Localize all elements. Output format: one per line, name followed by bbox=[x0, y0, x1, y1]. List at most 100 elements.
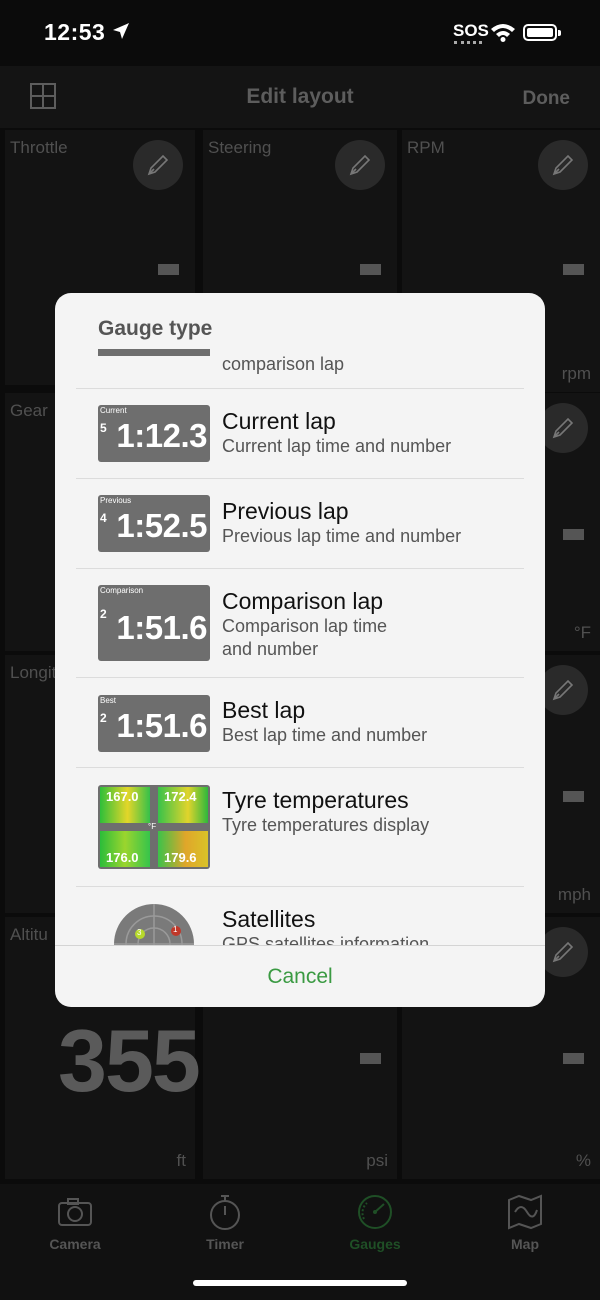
stopwatch-icon bbox=[150, 1192, 300, 1232]
tile-value-placeholder bbox=[563, 1053, 584, 1064]
satellite-label: 3 bbox=[137, 928, 142, 937]
tile-value-placeholder bbox=[360, 1053, 381, 1064]
satellite-label: 1 bbox=[173, 925, 178, 934]
pencil-icon bbox=[552, 154, 574, 176]
tab-map[interactable]: Map bbox=[450, 1192, 600, 1252]
pencil-icon bbox=[552, 941, 574, 963]
tile-label: RPM bbox=[407, 138, 445, 157]
list-item-current-lap[interactable]: Current 5 1:12.3 Current lap Current lap… bbox=[76, 389, 524, 479]
tyre-temp-value: 172.4 bbox=[164, 789, 197, 804]
gauge-type-dialog: Gauge type comparison lap Current 5 1:12… bbox=[55, 293, 545, 1007]
gauge-icon bbox=[300, 1192, 450, 1232]
tab-label: Gauges bbox=[349, 1236, 401, 1252]
edit-gauge-button[interactable] bbox=[538, 665, 588, 715]
thumb-label: Current bbox=[100, 406, 127, 415]
tile-unit: % bbox=[575, 1151, 591, 1170]
thumb-lap-time: 1:52.5 bbox=[116, 507, 207, 544]
tab-label: Camera bbox=[49, 1236, 101, 1252]
item-subtitle: Best lap time and number bbox=[222, 725, 428, 745]
home-indicator bbox=[193, 1280, 407, 1286]
item-title: Previous lap bbox=[222, 498, 349, 524]
tile-unit: rpm bbox=[561, 364, 591, 383]
thumb-label: Previous bbox=[100, 496, 132, 505]
item-subtitle: Previous lap time and number bbox=[222, 526, 462, 546]
thumb-lap-number: 2 bbox=[100, 607, 107, 621]
edit-gauge-button[interactable] bbox=[538, 403, 588, 453]
item-subtitle-line2: and number bbox=[222, 639, 319, 659]
list-item-previous-lap[interactable]: Previous 4 1:52.5 Previous lap Previous … bbox=[76, 479, 524, 569]
location-arrow-icon bbox=[112, 22, 130, 45]
gauge-type-list[interactable]: comparison lap Current 5 1:12.3 Current … bbox=[55, 349, 545, 945]
edit-gauge-button[interactable] bbox=[133, 140, 183, 190]
item-title: Tyre temperatures bbox=[222, 787, 409, 813]
pencil-icon bbox=[552, 679, 574, 701]
thumb-lap-number: 2 bbox=[100, 711, 107, 725]
tyre-temp-value: 167.0 bbox=[106, 789, 139, 804]
tab-label: Timer bbox=[206, 1236, 244, 1252]
thumb-lap-number: 5 bbox=[100, 421, 107, 435]
list-item-satellites[interactable]: 3 1 Satellites GPS satellites informatio… bbox=[76, 887, 524, 945]
tab-gauges[interactable]: Gauges bbox=[300, 1192, 450, 1252]
wifi-icon bbox=[490, 22, 516, 47]
tyre-fl: 167.0 bbox=[100, 787, 150, 823]
item-subtitle: Comparison lap time bbox=[222, 616, 388, 636]
gauge-thumbnail bbox=[98, 349, 210, 356]
thumb-lap-time: 1:51.6 bbox=[116, 707, 207, 744]
tile-unit: °F bbox=[573, 623, 591, 642]
tile-unit: psi bbox=[366, 1151, 388, 1170]
tab-camera[interactable]: Camera bbox=[0, 1192, 150, 1252]
thumb-lap-number: 4 bbox=[100, 511, 107, 525]
dialog-title: Gauge type bbox=[98, 317, 213, 340]
pencil-icon bbox=[552, 417, 574, 439]
status-time: 12:53 bbox=[44, 19, 106, 45]
item-title: Satellites bbox=[222, 906, 316, 932]
edit-gauge-button[interactable] bbox=[335, 140, 385, 190]
list-item-tyre-temperatures[interactable]: 167.0 172.4 °F 176.0 179.6 Tyre temperat… bbox=[76, 768, 524, 887]
map-icon bbox=[450, 1192, 600, 1232]
tile-label: Altitu bbox=[10, 925, 48, 944]
thumb-lap-time: 1:12.3 bbox=[116, 417, 207, 454]
tile-label: Gear bbox=[10, 401, 48, 420]
tyre-rl: 176.0 bbox=[100, 831, 150, 867]
edit-gauge-button[interactable] bbox=[538, 140, 588, 190]
thumb-label: Best bbox=[100, 696, 117, 705]
tile-value-placeholder bbox=[360, 264, 381, 275]
altitude-value: 355 bbox=[58, 1011, 201, 1110]
list-item-best-lap[interactable]: Best 2 1:51.6 Best lap Best lap time and… bbox=[76, 678, 524, 768]
cancel-button[interactable]: Cancel bbox=[55, 946, 545, 1007]
item-title: Comparison lap bbox=[222, 588, 384, 614]
item-title: Current lap bbox=[222, 408, 336, 434]
page-title: Edit layout bbox=[246, 85, 354, 108]
item-subtitle: comparison lap bbox=[222, 354, 345, 374]
tile-value-placeholder bbox=[563, 791, 584, 802]
pencil-icon bbox=[349, 154, 371, 176]
tab-timer[interactable]: Timer bbox=[150, 1192, 300, 1252]
tile-label: Longit bbox=[10, 663, 57, 682]
item-subtitle: GPS satellites information bbox=[222, 934, 430, 945]
gauge-thumbnail: Current 5 1:12.3 bbox=[98, 405, 210, 462]
list-item[interactable]: comparison lap bbox=[76, 349, 524, 389]
tab-label: Map bbox=[511, 1236, 539, 1252]
camera-icon bbox=[0, 1192, 150, 1232]
tyre-temp-unit: °F bbox=[148, 822, 157, 831]
tile-unit: ft bbox=[176, 1151, 186, 1170]
item-subtitle: Current lap time and number bbox=[222, 436, 452, 456]
satellite-radar-icon: 3 1 bbox=[114, 904, 194, 945]
gauge-thumbnail: Previous 4 1:52.5 bbox=[98, 495, 210, 552]
pencil-icon bbox=[147, 154, 169, 176]
sos-indicator: SOS bbox=[453, 21, 489, 40]
tyre-temp-thumbnail: 167.0 172.4 °F 176.0 179.6 bbox=[98, 785, 210, 869]
tyre-rr: 179.6 bbox=[158, 831, 208, 867]
edit-gauge-button[interactable] bbox=[538, 927, 588, 977]
tyre-fr: 172.4 bbox=[158, 787, 208, 823]
done-button[interactable]: Done bbox=[523, 88, 571, 110]
battery-icon bbox=[523, 24, 561, 41]
gauge-thumbnail: Comparison 2 1:51.6 bbox=[98, 585, 210, 661]
item-subtitle: Tyre temperatures display bbox=[222, 815, 430, 835]
gauge-thumbnail: Best 2 1:51.6 bbox=[98, 695, 210, 752]
thumb-label: Comparison bbox=[100, 586, 144, 595]
tile-value-placeholder bbox=[563, 529, 584, 540]
tyre-temp-value: 179.6 bbox=[164, 850, 197, 865]
status-bar: 12:53 SOS bbox=[0, 0, 600, 66]
list-item-comparison-lap[interactable]: Comparison 2 1:51.6 Comparison lap Compa… bbox=[76, 569, 524, 678]
